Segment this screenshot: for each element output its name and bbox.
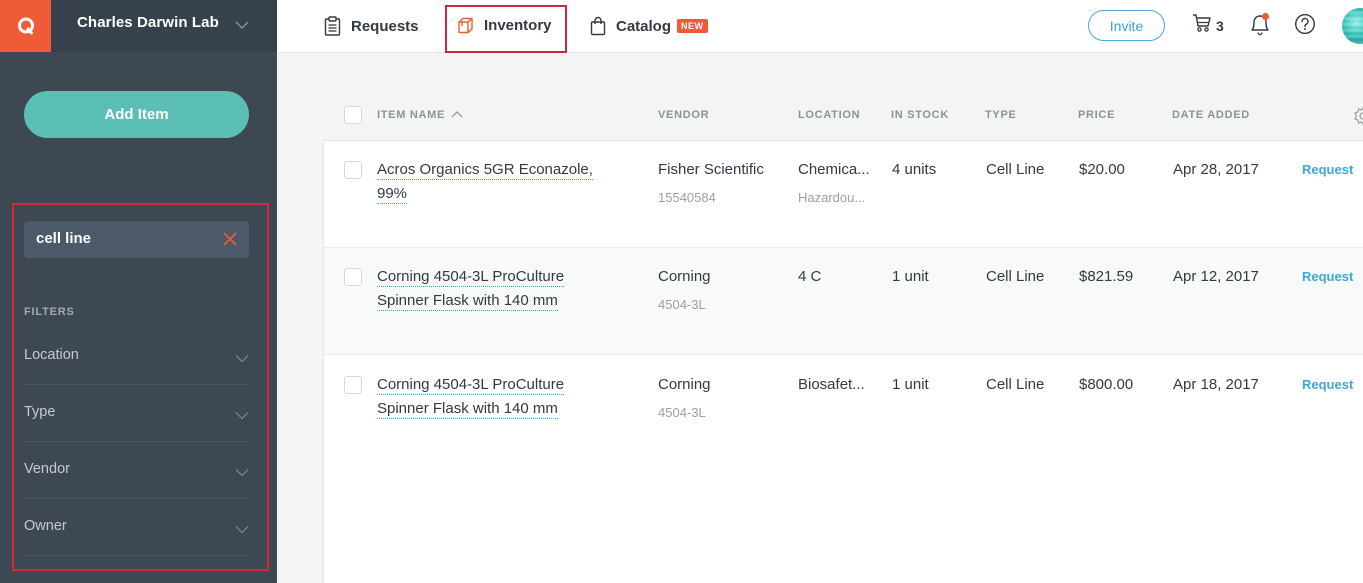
search-value[interactable]: cell line bbox=[36, 230, 91, 247]
table-header: ITEM NAME VENDOR LOCATION IN STOCK TYPE … bbox=[323, 90, 1363, 140]
tab-label: Requests bbox=[351, 17, 419, 35]
cart-icon bbox=[1192, 13, 1212, 38]
quartzy-logo-icon[interactable] bbox=[0, 0, 51, 52]
vendor: Fisher Scientific bbox=[658, 161, 764, 178]
new-badge: NEW bbox=[677, 19, 708, 33]
tab-label: Inventory bbox=[484, 16, 552, 34]
filter-label: Location bbox=[24, 347, 79, 363]
gear-icon[interactable] bbox=[1353, 106, 1363, 131]
price: $800.00 bbox=[1079, 376, 1134, 393]
invite-button[interactable]: Invite bbox=[1088, 10, 1165, 41]
location: Biosafet... bbox=[798, 376, 865, 393]
in-stock: 1 unit bbox=[892, 376, 929, 393]
inventory-table: Acros Organics 5GR Econazole, 99% Fisher… bbox=[323, 140, 1363, 583]
filter-label: Type bbox=[24, 404, 56, 420]
select-all-checkbox[interactable] bbox=[344, 106, 362, 124]
item-type: Cell Line bbox=[986, 161, 1045, 178]
tab-requests[interactable]: Requests bbox=[324, 0, 419, 52]
tab-inventory[interactable]: Inventory bbox=[457, 0, 552, 51]
column-header-in-stock[interactable]: IN STOCK bbox=[891, 109, 949, 121]
column-header-item-name[interactable]: ITEM NAME bbox=[377, 109, 463, 121]
filter-owner[interactable]: Owner bbox=[24, 499, 249, 556]
sidebar: Charles Darwin Lab Add Item cell line FI… bbox=[0, 0, 277, 583]
lab-switcher[interactable]: Charles Darwin Lab bbox=[0, 0, 277, 52]
item-name-line[interactable]: Acros Organics 5GR Econazole, bbox=[377, 161, 593, 180]
tab-catalog[interactable]: Catalog NEW bbox=[590, 0, 708, 52]
filter-label: Owner bbox=[24, 518, 67, 534]
date-added: Apr 28, 2017 bbox=[1173, 161, 1259, 178]
search-input[interactable]: cell line bbox=[24, 221, 249, 258]
in-stock: 1 unit bbox=[892, 268, 929, 285]
help-button[interactable] bbox=[1294, 13, 1316, 40]
item-type: Cell Line bbox=[986, 376, 1045, 393]
item-type: Cell Line bbox=[986, 268, 1045, 285]
chevron-down-icon bbox=[235, 464, 249, 482]
request-button[interactable]: Request bbox=[1302, 162, 1353, 177]
column-header-location[interactable]: LOCATION bbox=[798, 109, 860, 121]
catalog-number: 4504-3L bbox=[658, 297, 706, 312]
date-added: Apr 12, 2017 bbox=[1173, 268, 1259, 285]
chevron-down-icon[interactable] bbox=[235, 17, 249, 35]
column-header-vendor[interactable]: VENDOR bbox=[658, 109, 709, 121]
notifications-button[interactable] bbox=[1249, 12, 1271, 41]
top-navigation: Requests Inventory Catalog NEW Invite 3 bbox=[277, 0, 1363, 53]
request-button[interactable]: Request bbox=[1302, 377, 1353, 392]
cart-button[interactable]: 3 bbox=[1192, 13, 1224, 38]
column-header-date-added[interactable]: DATE ADDED bbox=[1172, 109, 1250, 121]
catalog-number: 15540584 bbox=[658, 190, 716, 205]
chevron-down-icon bbox=[235, 350, 249, 368]
chevron-down-icon bbox=[235, 407, 249, 425]
filter-label: Vendor bbox=[24, 461, 70, 477]
location: Chemica... bbox=[798, 161, 870, 178]
sort-ascending-icon bbox=[451, 111, 463, 118]
price: $20.00 bbox=[1079, 161, 1125, 178]
location: 4 C bbox=[798, 268, 822, 285]
column-header-type[interactable]: TYPE bbox=[985, 109, 1017, 121]
clipboard-icon bbox=[324, 16, 341, 36]
row-checkbox[interactable] bbox=[344, 268, 362, 286]
date-added: Apr 18, 2017 bbox=[1173, 376, 1259, 393]
vendor: Corning bbox=[658, 376, 711, 393]
item-name-link[interactable]: Corning 4504-3L ProCulture Spinner Flask… bbox=[377, 265, 617, 313]
table-row[interactable]: Acros Organics 5GR Econazole, 99% Fisher… bbox=[324, 141, 1363, 248]
add-item-button[interactable]: Add Item bbox=[24, 91, 249, 138]
filter-type[interactable]: Type bbox=[24, 385, 249, 442]
vendor: Corning bbox=[658, 268, 711, 285]
tab-label: Catalog bbox=[616, 17, 672, 35]
row-checkbox[interactable] bbox=[344, 161, 362, 179]
bell-icon bbox=[1251, 12, 1270, 36]
in-stock: 4 units bbox=[892, 161, 937, 178]
catalog-number: 4504-3L bbox=[658, 405, 706, 420]
table-row[interactable]: Corning 4504-3L ProCulture Spinner Flask… bbox=[324, 356, 1363, 463]
filters-heading: FILTERS bbox=[24, 306, 75, 318]
user-avatar[interactable] bbox=[1342, 8, 1363, 44]
item-name-line[interactable]: Spinner Flask with 140 mm bbox=[377, 292, 558, 311]
filter-location[interactable]: Location bbox=[24, 328, 249, 385]
help-icon bbox=[1294, 13, 1316, 35]
item-name-line[interactable]: Corning 4504-3L ProCulture bbox=[377, 268, 565, 287]
box-icon bbox=[457, 17, 474, 34]
filter-vendor[interactable]: Vendor bbox=[24, 442, 249, 499]
close-icon[interactable] bbox=[222, 231, 238, 252]
table-row[interactable]: Corning 4504-3L ProCulture Spinner Flask… bbox=[324, 248, 1363, 355]
item-name-line[interactable]: 99% bbox=[377, 185, 408, 204]
item-name-line[interactable]: Spinner Flask with 140 mm bbox=[377, 400, 558, 419]
request-button[interactable]: Request bbox=[1302, 269, 1353, 284]
column-label: ITEM NAME bbox=[377, 109, 446, 121]
item-name-line[interactable]: Corning 4504-3L ProCulture bbox=[377, 376, 565, 395]
lab-name[interactable]: Charles Darwin Lab bbox=[77, 14, 219, 31]
chevron-down-icon bbox=[235, 521, 249, 539]
row-checkbox[interactable] bbox=[344, 376, 362, 394]
price: $821.59 bbox=[1079, 268, 1134, 285]
item-name-link[interactable]: Acros Organics 5GR Econazole, 99% bbox=[377, 158, 617, 206]
shopping-bag-icon bbox=[590, 16, 606, 36]
column-header-price[interactable]: PRICE bbox=[1078, 109, 1115, 121]
item-name-link[interactable]: Corning 4504-3L ProCulture Spinner Flask… bbox=[377, 373, 617, 421]
sublocation: Hazardou... bbox=[798, 190, 866, 205]
cart-count: 3 bbox=[1216, 17, 1224, 34]
